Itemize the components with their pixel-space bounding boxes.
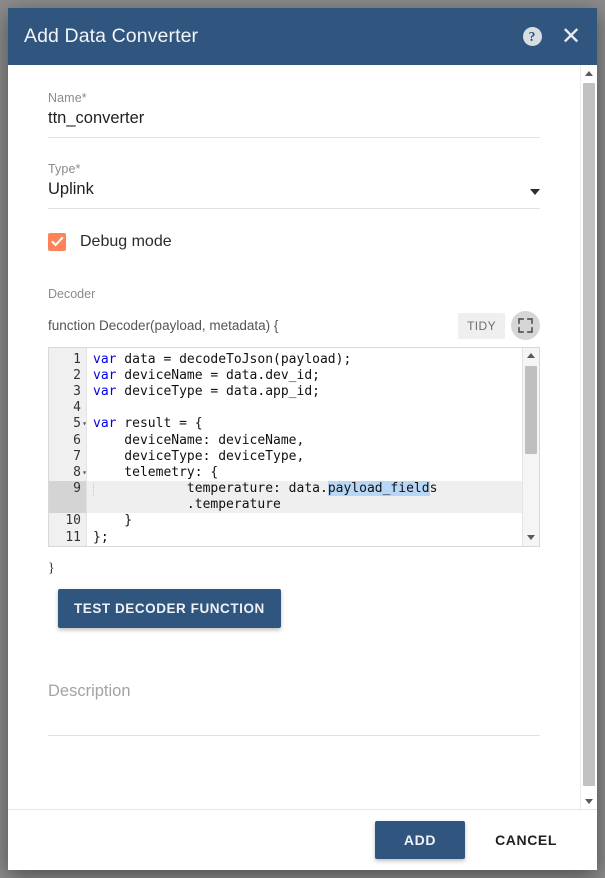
editor-scrollbar[interactable] <box>522 348 539 546</box>
editor-line-number: 2 <box>49 368 86 384</box>
description-field-group: Description <box>48 682 540 736</box>
debug-mode-row[interactable]: Debug mode <box>48 233 540 251</box>
code-text: temperature: data. <box>124 481 328 496</box>
type-select-value: Uplink <box>48 180 530 200</box>
cancel-button[interactable]: CANCEL <box>477 821 575 859</box>
description-input[interactable]: Description <box>48 682 540 736</box>
editor-code-line: deviceName: deviceName, <box>87 433 522 449</box>
dialog-body-scrollbar[interactable] <box>580 65 597 809</box>
code-keyword: var <box>93 384 116 399</box>
check-icon <box>51 236 64 247</box>
editor-code-line: var data = decodeToJson(payload); <box>87 352 522 368</box>
decoder-closing-brace: } <box>48 561 540 577</box>
editor-line-number: 4 <box>49 400 86 416</box>
test-decoder-function-button[interactable]: TEST DECODER FUNCTION <box>58 589 281 628</box>
editor-scroll-down-button[interactable] <box>523 530 539 546</box>
editor-code-line: var result = { <box>87 416 522 432</box>
tidy-button[interactable]: TIDY <box>458 313 505 339</box>
type-field-group: Type* Uplink <box>48 162 540 209</box>
editor-line-number: 8▾ <box>49 465 86 481</box>
code-keyword: var <box>93 416 116 431</box>
name-label-text: Name <box>48 91 82 105</box>
scroll-down-arrow-icon <box>585 799 593 804</box>
type-select[interactable]: Uplink <box>48 180 540 209</box>
help-circle-icon: ? <box>523 27 542 46</box>
editor-code-line: var deviceType = data.app_id; <box>87 384 522 400</box>
editor-code-line: deviceType: deviceType, <box>87 449 522 465</box>
page-title: Add Data Converter <box>24 25 515 48</box>
dialog-header: Add Data Converter ? ✕ <box>8 8 597 65</box>
editor-code-line: temperature: data.payload_fields <box>87 481 522 497</box>
name-label: Name* <box>48 91 540 105</box>
code-text: s <box>430 481 438 496</box>
code-text: result = { <box>116 416 202 431</box>
editor-code-line: var deviceName = data.dev_id; <box>87 368 522 384</box>
editor-line-number: 5▾ <box>49 416 86 432</box>
code-text: deviceName = data.dev_id; <box>116 368 320 383</box>
code-text: telemetry: { <box>93 465 218 480</box>
decoder-signature: function Decoder(payload, metadata) { <box>48 318 458 333</box>
help-button[interactable]: ? <box>515 20 549 54</box>
code-editor[interactable]: 12345▾678▾9101112 var data = decodeToJso… <box>48 347 540 547</box>
scroll-up-arrow-icon <box>585 71 593 76</box>
code-text: } <box>93 513 132 528</box>
editor-line-number: 6 <box>49 433 86 449</box>
editor-line-number <box>49 497 86 513</box>
name-required-marker: * <box>82 91 87 105</box>
scroll-down-arrow-icon <box>527 535 535 540</box>
body-scroll-up-button[interactable] <box>581 65 597 81</box>
code-text: data = decodeToJson(payload); <box>116 352 351 367</box>
body-scroll-thumb[interactable] <box>583 83 595 786</box>
close-icon: ✕ <box>561 25 581 49</box>
dialog-footer: ADD CANCEL <box>8 809 597 870</box>
decoder-label: Decoder <box>48 287 540 301</box>
code-text: deviceType = data.app_id; <box>116 384 320 399</box>
name-input-value: ttn_converter <box>48 109 540 129</box>
code-text: .temperature <box>93 497 281 512</box>
fullscreen-expand-icon <box>518 318 533 333</box>
scroll-up-arrow-icon <box>527 353 535 358</box>
decoder-signature-row: function Decoder(payload, metadata) { TI… <box>48 311 540 341</box>
fullscreen-button[interactable] <box>511 311 540 340</box>
editor-code-line: }; <box>87 530 522 546</box>
editor-line-number: 7 <box>49 449 86 465</box>
editor-code-line: } <box>87 513 522 529</box>
editor-code-line: telemetry: { <box>87 465 522 481</box>
dialog-body: Name* ttn_converter Type* Uplink <box>8 65 580 809</box>
editor-line-number: 11 <box>49 530 86 546</box>
chevron-down-icon <box>530 189 540 195</box>
editor-line-number: 9 <box>49 481 86 497</box>
editor-line-number: 1 <box>49 352 86 368</box>
decoder-section: Decoder function Decoder(payload, metada… <box>48 287 540 628</box>
code-keyword: var <box>93 352 116 367</box>
add-button[interactable]: ADD <box>375 821 465 859</box>
body-scroll-down-button[interactable] <box>581 793 597 809</box>
editor-code-line: .temperature <box>87 497 522 513</box>
editor-code-line <box>87 400 522 416</box>
debug-mode-label: Debug mode <box>80 233 172 251</box>
code-text: }; <box>93 530 109 545</box>
code-text: deviceType: deviceType, <box>93 449 304 464</box>
editor-line-number: 12 <box>49 546 86 547</box>
name-input[interactable]: ttn_converter <box>48 109 540 138</box>
type-label: Type* <box>48 162 540 176</box>
editor-line-number: 10 <box>49 513 86 529</box>
close-button[interactable]: ✕ <box>549 20 583 54</box>
selected-text: payload_field <box>328 481 430 496</box>
name-field-group: Name* ttn_converter <box>48 91 540 138</box>
dialog-body-wrap: Name* ttn_converter Type* Uplink <box>8 65 597 809</box>
editor-code-pane[interactable]: var data = decodeToJson(payload);var dev… <box>87 348 522 546</box>
type-required-marker: * <box>76 162 81 176</box>
type-label-text: Type <box>48 162 76 176</box>
editor-line-number: 3 <box>49 384 86 400</box>
add-data-converter-dialog: Add Data Converter ? ✕ Name* ttn_convert… <box>8 8 597 870</box>
editor-scroll-up-button[interactable] <box>523 348 539 364</box>
editor-gutter: 12345▾678▾9101112 <box>49 348 87 546</box>
code-keyword: var <box>93 368 116 383</box>
code-text: deviceName: deviceName, <box>93 433 304 448</box>
debug-mode-checkbox[interactable] <box>48 233 66 251</box>
editor-scroll-thumb[interactable] <box>525 366 537 454</box>
indent-guide <box>93 483 125 496</box>
